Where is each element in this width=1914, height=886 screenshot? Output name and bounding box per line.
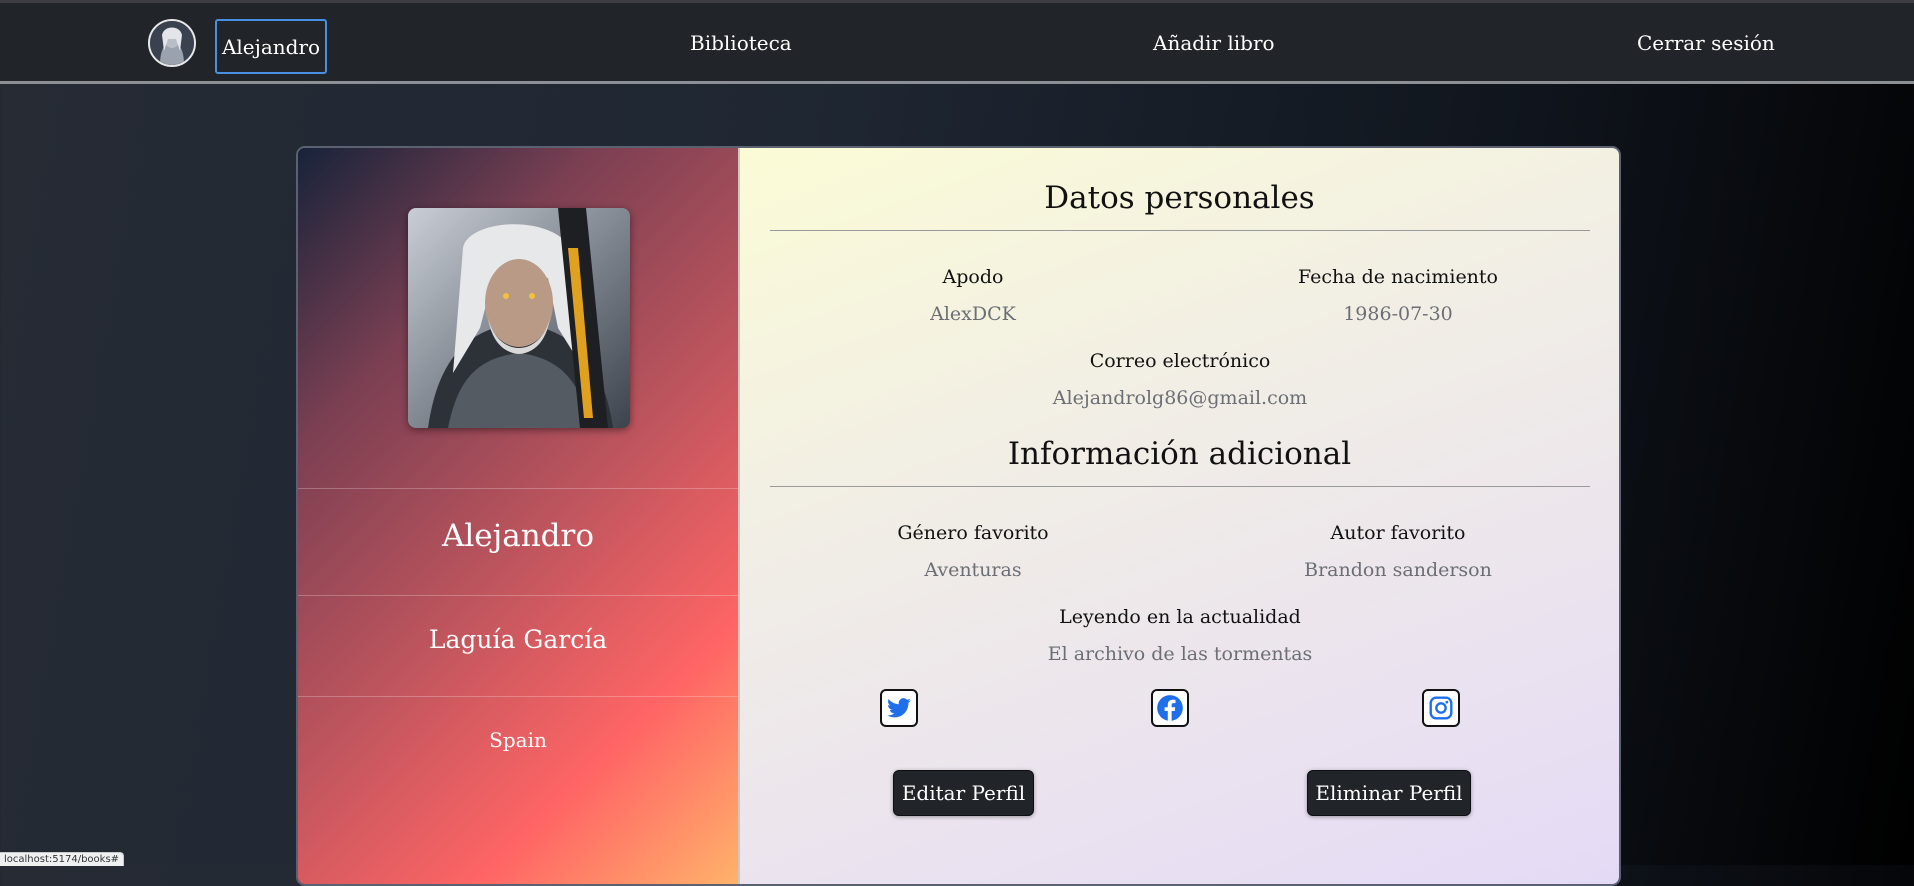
instagram-icon xyxy=(1429,696,1453,720)
birth-date-value: 1986-07-30 xyxy=(1343,303,1453,325)
nickname-label: Apodo xyxy=(942,266,1004,288)
divider xyxy=(298,595,738,596)
divider xyxy=(770,230,1590,231)
reading-label: Leyendo en la actualidad xyxy=(1059,606,1301,628)
nav-add-book-link[interactable]: Añadir libro xyxy=(1153,31,1275,55)
divider xyxy=(298,696,738,697)
genre-label: Género favorito xyxy=(897,522,1049,544)
nav-library-link[interactable]: Biblioteca xyxy=(690,31,792,55)
twitter-icon xyxy=(887,698,911,718)
facebook-icon xyxy=(1157,695,1183,721)
edit-profile-button[interactable]: Editar Perfil xyxy=(893,770,1034,816)
nav-logout-link[interactable]: Cerrar sesión xyxy=(1637,31,1775,55)
email-label: Correo electrónico xyxy=(1089,350,1271,372)
browser-status-bar: localhost:5174/books# xyxy=(0,852,125,866)
email-value: Alejandrolg86@gmail.com xyxy=(1052,387,1308,409)
top-navbar: Alejandro Biblioteca Añadir libro Cerrar… xyxy=(0,0,1914,84)
divider xyxy=(298,488,738,489)
divider xyxy=(770,486,1590,487)
birth-date-label: Fecha de nacimiento xyxy=(1297,266,1498,288)
twitter-link[interactable] xyxy=(880,689,918,727)
profile-picture xyxy=(408,208,630,428)
delete-profile-button[interactable]: Eliminar Perfil xyxy=(1307,770,1471,816)
section-title-personal: Datos personales xyxy=(1044,180,1315,216)
profile-sidebar: Alejandro Laguía García Spain xyxy=(298,148,740,884)
genre-value: Aventuras xyxy=(924,559,1022,581)
profile-card: Alejandro Laguía García Spain Datos pers… xyxy=(296,146,1621,886)
nickname-value: AlexDCK xyxy=(930,303,1016,325)
profile-first-name: Alejandro xyxy=(441,518,595,554)
nav-avatar[interactable] xyxy=(148,19,196,67)
section-title-extra: Información adicional xyxy=(1007,436,1352,472)
reading-value: El archivo de las tormentas xyxy=(1047,643,1313,665)
profile-last-name: Laguía García xyxy=(428,625,608,654)
facebook-link[interactable] xyxy=(1151,689,1189,727)
nav-user-link[interactable]: Alejandro xyxy=(215,19,327,74)
profile-details: Datos personales Apodo AlexDCK Fecha de … xyxy=(740,148,1619,884)
author-value: Brandon sanderson xyxy=(1304,559,1492,581)
profile-country: Spain xyxy=(489,728,547,752)
instagram-link[interactable] xyxy=(1422,689,1460,727)
author-label: Autor favorito xyxy=(1330,522,1466,544)
